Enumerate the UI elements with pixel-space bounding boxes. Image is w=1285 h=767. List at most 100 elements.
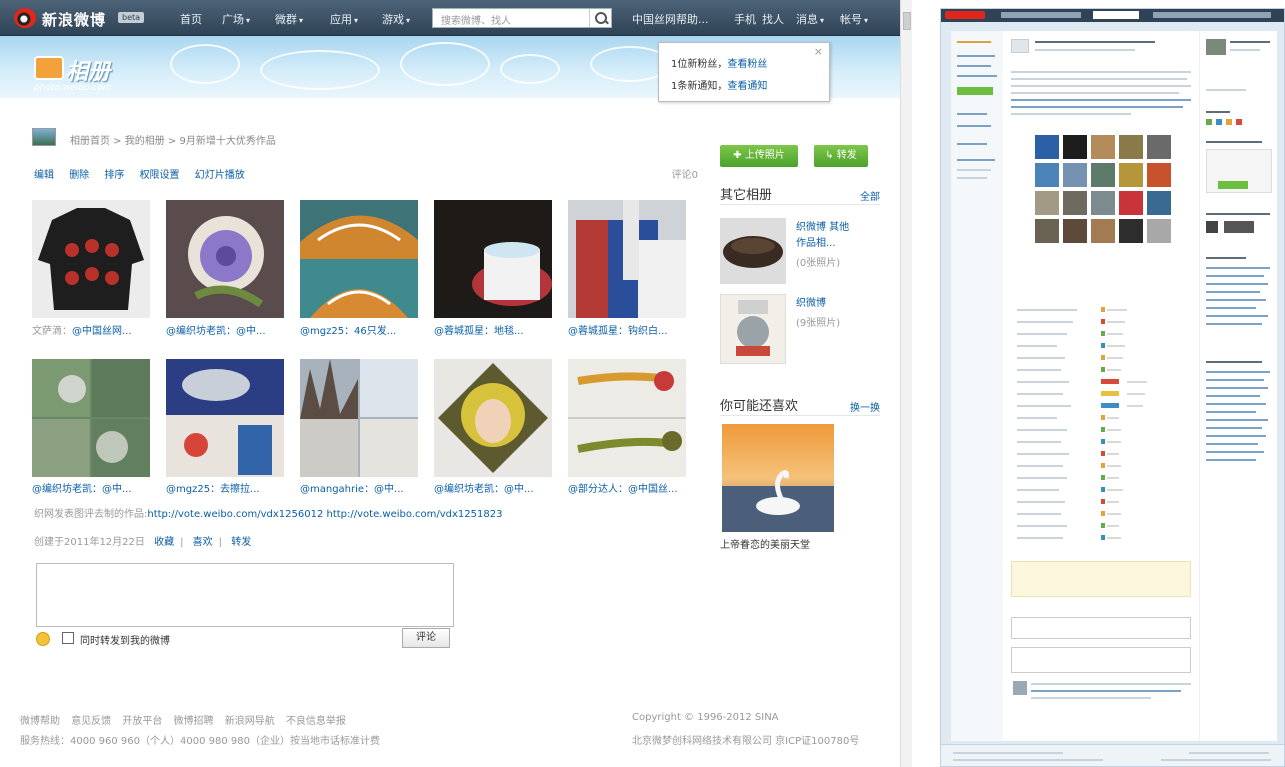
search-input[interactable]: 搜索微博、找人: [432, 8, 612, 28]
page-scrollbar[interactable]: [900, 0, 912, 767]
permission-button[interactable]: 权限设置: [140, 170, 180, 181]
footer-company: 北京微梦创科网络技术有限公司 京ICP证100780号: [632, 736, 860, 747]
chevron-down-icon: ▾: [820, 16, 825, 25]
upload-photo-button[interactable]: ✚ 上传照片: [720, 145, 798, 167]
photo-caption[interactable]: 文萨滴：@中国丝网...: [32, 322, 160, 337]
photo-thumbnail[interactable]: [32, 200, 150, 318]
view-notifications-link[interactable]: 查看通知: [727, 81, 767, 92]
nav-account[interactable]: 帐号 ▾: [840, 11, 868, 27]
photo-thumbnail[interactable]: [166, 200, 284, 318]
submit-comment-button[interactable]: 评论: [402, 628, 450, 648]
close-icon[interactable]: ×: [814, 45, 823, 58]
notification-popup: 1位新粉丝，查看粉丝 1条新通知，查看通知 ×: [658, 42, 830, 102]
mini-left-sidebar: [951, 31, 1003, 741]
album-title-link[interactable]: 织微博: [796, 296, 854, 312]
forward-link[interactable]: 转发: [231, 537, 251, 548]
nav-user-name[interactable]: 中国丝网帮助...: [632, 11, 709, 27]
album-cover[interactable]: [719, 293, 787, 365]
mini-page-preview: [940, 8, 1285, 767]
album-meta: 创建于2011年12月22日 收藏 | 喜欢 | 转发: [34, 537, 252, 548]
photo-caption[interactable]: @编织坊老凯：@中...: [166, 322, 294, 337]
album-page: 新浪微博 beta 首页 广场 ▾ 微群 ▾ 应用 ▾ 游戏 ▾ 搜索微博、找人 中国丝…: [0, 0, 912, 767]
scrollbar-thumb[interactable]: [903, 12, 911, 30]
photo-thumbnail[interactable]: [434, 359, 552, 477]
photo-caption[interactable]: @mgz25：46只发...: [300, 322, 428, 337]
created-date: 创建于2011年12月22日: [34, 537, 145, 548]
album-sidebar: ✚ 上传照片 ↳ 转发 其它相册 全部 织微博 其他作品相... (0张照片) …: [719, 108, 910, 668]
album-cover[interactable]: [720, 218, 786, 284]
album-subtitle: photo.weibo.com: [34, 83, 112, 93]
search-placeholder: 搜索微博、找人: [441, 16, 511, 27]
recommended-photo[interactable]: [722, 424, 834, 532]
footer-jobs-link[interactable]: 微博招聘: [174, 716, 214, 727]
album-photo-count: (9张照片): [796, 318, 841, 329]
footer-hotline: 服务热线：4000 960 960（个人）4000 980 980（企业）按当地…: [20, 736, 380, 747]
source-link[interactable]: http://vote.weibo.com/vdx1256012 http://…: [147, 509, 502, 520]
nav-messages[interactable]: 消息 ▾: [796, 11, 824, 27]
breadcrumb[interactable]: 相册首页 > 我的相册 > 9月新增十大优秀作品: [70, 132, 276, 147]
weibo-logo-icon[interactable]: [14, 8, 36, 28]
notice-notifications: 1条新通知，查看通知: [671, 81, 768, 92]
sort-button[interactable]: 排序: [104, 170, 124, 181]
share-button[interactable]: ↳ 转发: [814, 145, 868, 167]
like-link[interactable]: 喜欢: [193, 537, 213, 548]
repost-checkbox[interactable]: [62, 632, 74, 644]
photo-caption[interactable]: @编织坊老凯：@中...: [32, 480, 160, 495]
nav-square[interactable]: 广场 ▾: [222, 11, 250, 27]
nav-games[interactable]: 游戏 ▾: [382, 11, 410, 27]
delete-button[interactable]: 删除: [69, 170, 89, 181]
mini-search-input: [1093, 11, 1139, 19]
app-name[interactable]: 新浪微博: [42, 9, 106, 30]
photo-thumbnail[interactable]: [32, 359, 150, 477]
photo-thumbnail[interactable]: [166, 359, 284, 477]
source-text: 织网发表图评去制的作品:http://vote.weibo.com/vdx125…: [34, 509, 503, 520]
chevron-down-icon: ▾: [354, 16, 359, 25]
photo-caption[interactable]: @mangahrie：@中...: [300, 480, 428, 495]
photo-caption[interactable]: @蓉城孤星：地毯...: [434, 322, 562, 337]
composite-screenshot: 新浪微博 beta 首页 广场 ▾ 微群 ▾ 应用 ▾ 游戏 ▾ 搜索微博、找人 中国丝…: [0, 0, 1285, 767]
mini-footer: [941, 744, 1284, 766]
edit-button[interactable]: 编辑: [34, 170, 54, 181]
chevron-down-icon: ▾: [299, 16, 304, 25]
footer-feedback-link[interactable]: 意见反馈: [71, 716, 111, 727]
comment-count[interactable]: 评论0: [672, 166, 698, 181]
footer-open-platform-link[interactable]: 开放平台: [122, 716, 162, 727]
all-albums-link[interactable]: 全部: [860, 188, 880, 203]
photo-caption[interactable]: @编织坊老凯：@中...: [434, 480, 562, 495]
photo-thumbnail[interactable]: [300, 200, 418, 318]
emoji-icon[interactable]: [36, 632, 50, 646]
recommended-caption[interactable]: 上帝眷恋的美丽天堂: [720, 538, 860, 554]
photo-caption[interactable]: @部分达人：@中国丝...: [568, 480, 696, 495]
footer-report-link[interactable]: 不良信息举报: [286, 716, 346, 727]
footer-sina-nav-link[interactable]: 新浪网导航: [225, 716, 275, 727]
top-navigation-bar: 新浪微博 beta 首页 广场 ▾ 微群 ▾ 应用 ▾ 游戏 ▾ 搜索微博、找人 中国丝…: [0, 0, 900, 36]
nav-home[interactable]: 首页: [180, 11, 202, 27]
album-toolbar: 编辑 删除 排序 权限设置 幻灯片播放: [34, 166, 257, 181]
photo-caption[interactable]: @蓉城孤星：钩织白...: [568, 322, 696, 337]
photo-thumbnail[interactable]: [300, 359, 418, 477]
photo-thumbnail[interactable]: [568, 200, 686, 318]
favorite-link[interactable]: 收藏: [154, 537, 174, 548]
album-title-link[interactable]: 织微博 其他作品相...: [796, 220, 854, 252]
photo-thumbnail[interactable]: [568, 359, 686, 477]
chevron-down-icon: ▾: [864, 16, 869, 25]
nav-groups[interactable]: 微群 ▾: [275, 11, 303, 27]
photo-caption[interactable]: @mgz25：去擦拉...: [166, 480, 294, 495]
album-content: 相册首页 > 我的相册 > 9月新增十大优秀作品 编辑 删除 排序 权限设置 幻…: [20, 108, 710, 668]
view-followers-link[interactable]: 查看粉丝: [727, 59, 767, 70]
nav-apps[interactable]: 应用 ▾: [330, 11, 358, 27]
slideshow-button[interactable]: 幻灯片播放: [195, 170, 245, 181]
footer-help-link[interactable]: 微博帮助: [20, 716, 60, 727]
recommend-heading: 你可能还喜欢: [720, 399, 799, 414]
photo-thumbnail[interactable]: [434, 200, 552, 318]
comment-textarea[interactable]: [36, 563, 454, 627]
album-photo-count: (0张照片): [796, 258, 841, 269]
nav-mobile[interactable]: 手机: [734, 11, 756, 27]
nav-find-people[interactable]: 找人: [762, 11, 784, 27]
album-icon: [34, 56, 64, 80]
album-avatar[interactable]: [32, 128, 56, 146]
refresh-link[interactable]: 换一换: [850, 399, 880, 414]
mini-logo-icon: [945, 11, 985, 19]
search-icon[interactable]: [589, 9, 611, 27]
page-footer: 微博帮助 意见反馈 开放平台 微博招聘 新浪网导航 不良信息举报 服务热线：40…: [20, 708, 900, 748]
